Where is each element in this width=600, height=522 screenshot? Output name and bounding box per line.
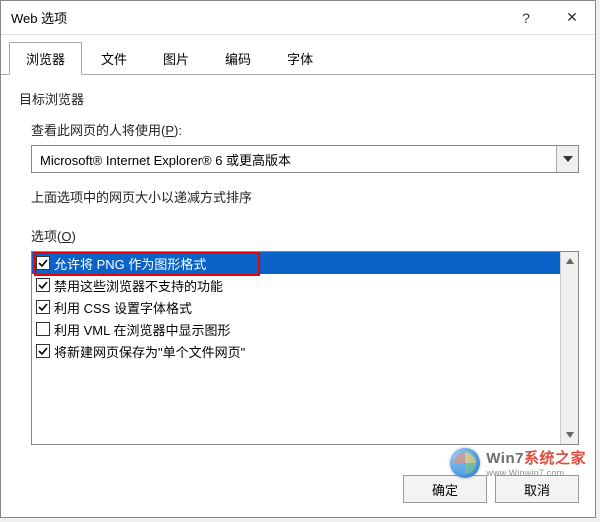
content-area: 目标浏览器 查看此网页的人将使用(P): Microsoft® Internet… [1,75,595,465]
tab-picture[interactable]: 图片 [146,42,206,75]
sort-info-text: 上面选项中的网页大小以递减方式排序 [31,187,577,206]
watermark-brand: Win7系统之家 [486,447,586,468]
chevron-down-icon[interactable] [556,146,578,172]
option-label: 允许将 PNG 作为图形格式 [54,254,206,273]
options-listbox[interactable]: 允许将 PNG 作为图形格式 禁用这些浏览器不支持的功能 利用 CSS 设置字体… [31,251,579,445]
tab-font[interactable]: 字体 [270,42,330,75]
web-options-dialog: Web 选项 ? ✕ 浏览器 文件 图片 编码 字体 目标浏览器 查看此网页的人… [0,0,596,518]
tab-browser[interactable]: 浏览器 [9,42,82,75]
scroll-down-icon[interactable] [561,426,578,444]
scroll-track[interactable] [561,270,578,426]
tab-file[interactable]: 文件 [84,42,144,75]
checkbox-icon[interactable] [36,300,50,314]
option-label: 利用 CSS 设置字体格式 [54,298,192,317]
tab-label: 浏览器 [26,52,65,67]
tab-label: 字体 [287,52,313,67]
checkbox-icon[interactable] [36,322,50,336]
checkbox-icon[interactable] [36,256,50,270]
browser-select-value: Microsoft® Internet Explorer® 6 或更高版本 [32,150,556,169]
scrollbar[interactable] [560,252,578,444]
option-allow-png[interactable]: 允许将 PNG 作为图形格式 [32,252,560,274]
checkbox-icon[interactable] [36,278,50,292]
option-label: 将新建网页保存为"单个文件网页" [54,342,245,361]
ok-button[interactable]: 确定 [403,475,487,503]
option-label: 利用 VML 在浏览器中显示图形 [54,320,230,339]
target-browser-heading: 目标浏览器 [19,89,577,108]
help-button[interactable]: ? [503,1,549,35]
options-inner: 允许将 PNG 作为图形格式 禁用这些浏览器不支持的功能 利用 CSS 设置字体… [32,252,560,444]
watermark-url: www.Winwin7.com [486,468,586,478]
scroll-up-icon[interactable] [561,252,578,270]
tab-label: 文件 [101,52,127,67]
titlebar: Web 选项 ? ✕ [1,1,595,35]
viewer-label: 查看此网页的人将使用(P): [31,120,577,139]
dialog-title: Web 选项 [11,8,503,27]
option-single-file-webpage[interactable]: 将新建网页保存为"单个文件网页" [32,340,560,362]
option-vml[interactable]: 利用 VML 在浏览器中显示图形 [32,318,560,340]
button-label: 取消 [524,480,550,499]
cancel-button[interactable]: 取消 [495,475,579,503]
windows-orb-icon [450,448,480,478]
tab-label: 编码 [225,52,251,67]
option-disable-unsupported[interactable]: 禁用这些浏览器不支持的功能 [32,274,560,296]
options-label: 选项(O) [31,226,577,245]
tabstrip: 浏览器 文件 图片 编码 字体 [1,35,595,75]
tab-label: 图片 [163,52,189,67]
watermark: Win7系统之家 www.Winwin7.com [450,447,586,478]
button-label: 确定 [432,480,458,499]
option-label: 禁用这些浏览器不支持的功能 [54,276,223,295]
tab-encoding[interactable]: 编码 [208,42,268,75]
browser-select[interactable]: Microsoft® Internet Explorer® 6 或更高版本 [31,145,579,173]
option-css-fonts[interactable]: 利用 CSS 设置字体格式 [32,296,560,318]
close-button[interactable]: ✕ [549,1,595,35]
checkbox-icon[interactable] [36,344,50,358]
